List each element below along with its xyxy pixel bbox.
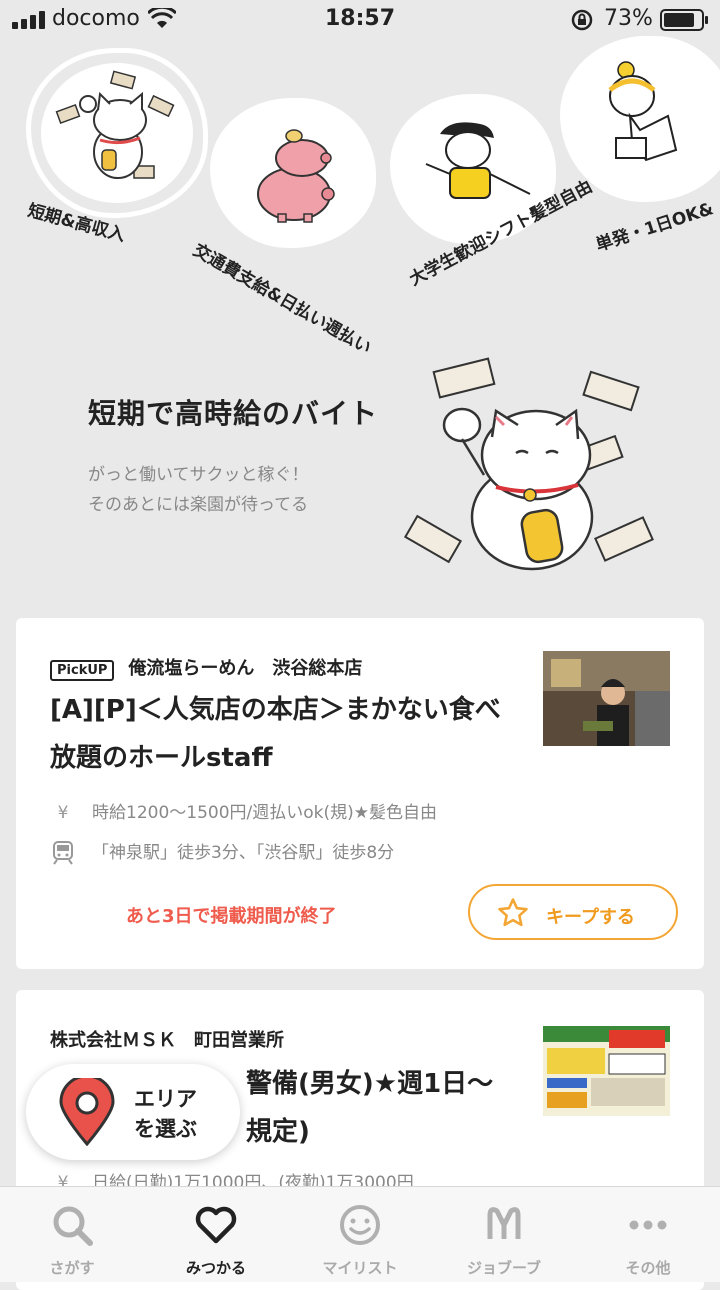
tab-label: ジョブーブ xyxy=(466,1259,542,1277)
tab-label: マイリスト xyxy=(322,1259,398,1277)
tab-other[interactable]: その他 xyxy=(576,1187,720,1282)
job-company-row: PickUP 俺流塩らーめん 渋谷総本店 xyxy=(50,654,362,681)
smiley-icon xyxy=(340,1205,380,1245)
battery-percent: 73% xyxy=(604,6,653,31)
battery-icon xyxy=(660,9,708,31)
lucky-cat-icon xyxy=(55,70,175,179)
tab-mylist[interactable]: マイリスト xyxy=(288,1187,432,1282)
job-title-line-2: 規定) xyxy=(246,1117,310,1147)
jobuub-icon xyxy=(487,1207,521,1239)
choose-area-button[interactable]: エリア を選ぶ xyxy=(26,1064,240,1160)
pickup-badge: PickUP xyxy=(50,660,115,681)
bottom-tab-bar: さがす みつかる マイリスト ジョブーブ その他 xyxy=(0,1186,720,1282)
choose-area-line-2: を選ぶ xyxy=(134,1117,197,1141)
wage-text: 時給1200〜1500円/週払いok(規)★髪色自由 xyxy=(92,803,438,823)
category-label: 単発・1日OK& xyxy=(593,198,717,256)
piggy-bank-icon xyxy=(257,129,335,223)
tab-label: その他 xyxy=(625,1259,671,1277)
hero-subtitle-line-1: がっと働いてサクッと稼ぐ！ xyxy=(88,465,309,485)
hero-subtitle-line-2: そのあとには楽園が待ってる xyxy=(88,495,309,515)
job-photo xyxy=(543,651,670,746)
tab-search[interactable]: さがす xyxy=(0,1187,144,1282)
job-title[interactable]: 警備(男女)★週1日〜 規定) xyxy=(246,1060,536,1156)
access-text: 「神泉駅」徒歩3分、「渋谷駅」徒歩8分 xyxy=(92,843,395,863)
status-bar: docomo 18:57 73% xyxy=(0,0,720,40)
more-icon xyxy=(629,1220,667,1230)
tab-jobuub[interactable]: ジョブーブ xyxy=(432,1187,576,1282)
rotation-lock-icon xyxy=(571,9,593,31)
yen-icon: ¥ xyxy=(57,803,69,823)
job-card[interactable]: PickUP 俺流塩らーめん 渋谷総本店 [A][P]＜人気店の本店＞まかない食べ… xyxy=(16,618,704,969)
choose-area-label: エリア を選ぶ xyxy=(134,1084,197,1144)
search-icon xyxy=(53,1206,93,1246)
job-title-line-1: 警備(男女)★週1日〜 xyxy=(246,1069,494,1099)
tab-label: さがす xyxy=(49,1259,95,1277)
tab-label: みつかる xyxy=(185,1259,246,1277)
keep-button[interactable]: キープする xyxy=(468,884,678,940)
hero-subtitle: がっと働いてサクッと稼ぐ！ そのあとには楽園が待ってる xyxy=(88,460,309,520)
girl-character-icon xyxy=(608,61,678,162)
heart-icon xyxy=(195,1206,237,1244)
access-row: 「神泉駅」徒歩3分、「渋谷駅」徒歩8分 xyxy=(50,838,394,865)
wage-row: ¥ 時給1200〜1500円/週払いok(規)★髪色自由 xyxy=(50,798,437,823)
lucky-cat-illustration xyxy=(403,357,654,571)
category-label: 交通費支給&日払い週払い xyxy=(189,240,375,359)
map-pin-icon xyxy=(59,1078,115,1146)
star-icon xyxy=(498,898,528,927)
hero-title: 短期で高時給のバイト xyxy=(88,397,379,430)
company-name: 俺流塩らーめん 渋谷総本店 xyxy=(128,658,363,679)
keep-button-label: キープする xyxy=(546,907,635,928)
job-flyer-image xyxy=(543,1026,670,1116)
job-title[interactable]: [A][P]＜人気店の本店＞まかない食べ放題のホールstaff xyxy=(50,686,520,782)
train-icon xyxy=(50,841,76,865)
expiry-notice: あと3日で掲載期間が終了 xyxy=(126,906,337,927)
choose-area-line-1: エリア xyxy=(134,1087,197,1111)
company-name: 株式会社ＭＳＫ 町田営業所 xyxy=(50,1030,284,1051)
tab-discover[interactable]: みつかる xyxy=(144,1187,288,1282)
